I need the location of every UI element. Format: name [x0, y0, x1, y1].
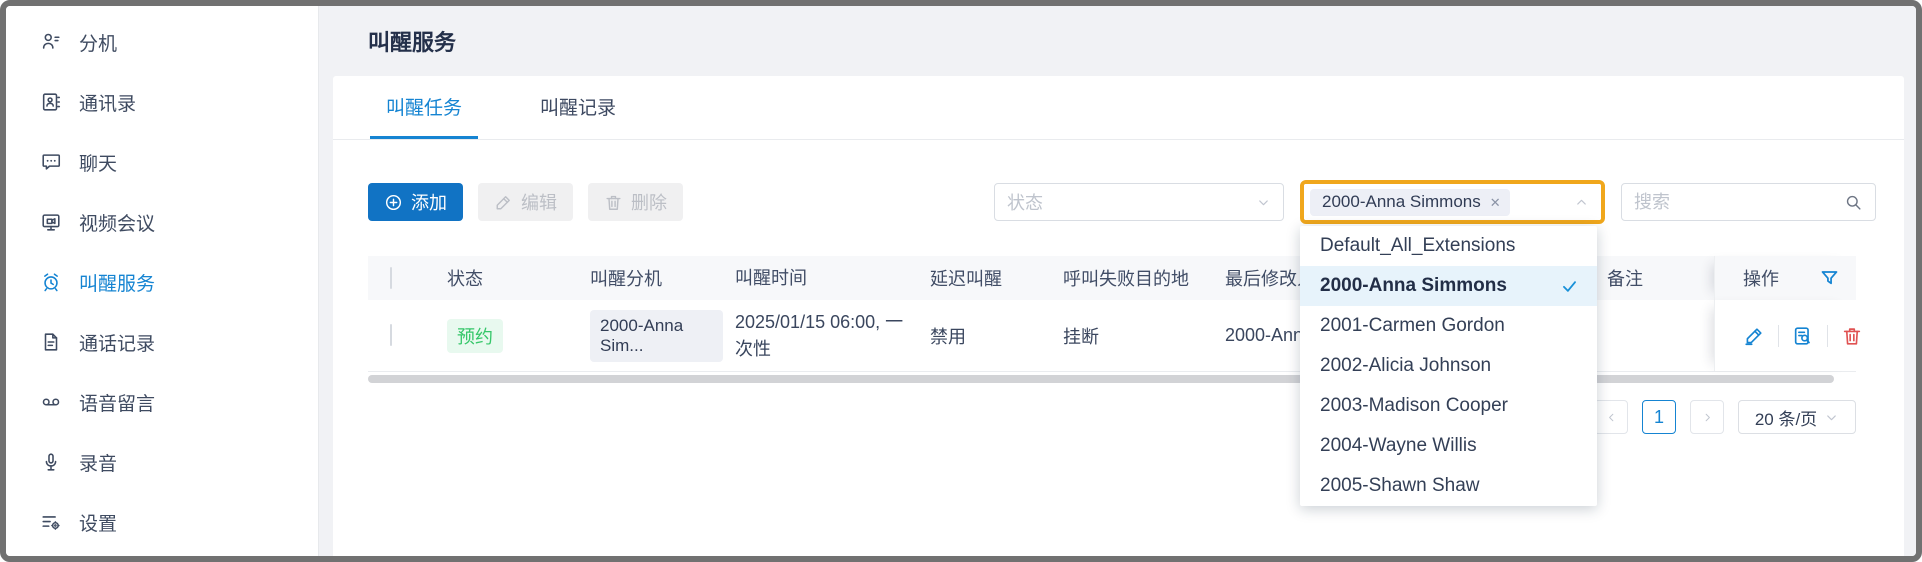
- toolbar: 添加 编辑 删除 状态 2000-Anna Sim: [333, 180, 1904, 224]
- chevron-left-icon: [1605, 411, 1618, 424]
- chevron-down-icon: [1256, 195, 1271, 210]
- status-placeholder: 状态: [1007, 189, 1043, 215]
- sidebar-item-label: 语音留言: [79, 389, 155, 416]
- remove-tag-icon[interactable]: ✕: [1490, 196, 1501, 209]
- search-input[interactable]: [1634, 192, 1824, 213]
- sidebar-item-extensions[interactable]: 分机: [6, 12, 318, 72]
- sidebar-item-wakeup-service[interactable]: 叫醒服务: [6, 252, 318, 312]
- sidebar-item-recording[interactable]: 录音: [6, 432, 318, 492]
- sidebar-item-voicemail[interactable]: 语音留言: [6, 372, 318, 432]
- add-button[interactable]: 添加: [368, 183, 463, 221]
- delete-row-icon[interactable]: [1841, 325, 1863, 347]
- dropdown-option[interactable]: 2004-Wayne Willis: [1300, 426, 1597, 466]
- status-badge: 预约: [447, 319, 503, 353]
- row-checkbox[interactable]: [390, 324, 392, 346]
- select-all-checkbox[interactable]: [390, 267, 392, 289]
- sidebar-item-label: 设置: [79, 509, 117, 536]
- header-time: 叫醒时间: [723, 265, 918, 292]
- chevron-up-icon: [1574, 195, 1589, 210]
- voicemail-icon: [40, 391, 62, 413]
- sidebar-item-video-conference[interactable]: 视频会议: [6, 192, 318, 252]
- tab-wakeup-records[interactable]: 叫醒记录: [524, 76, 632, 139]
- call-log-icon: [40, 331, 62, 353]
- divider: [1778, 325, 1779, 347]
- sidebar-item-settings[interactable]: 设置: [6, 492, 318, 552]
- delete-button[interactable]: 删除: [588, 183, 683, 221]
- edit-row-icon[interactable]: [1743, 325, 1765, 347]
- cell-time: 2025/01/15 06:00, 一次性: [723, 309, 918, 363]
- sidebar-item-label: 录音: [79, 449, 117, 476]
- next-page-button[interactable]: [1690, 400, 1724, 434]
- sidebar-item-label: 聊天: [79, 149, 117, 176]
- page-title: 叫醒服务: [368, 25, 456, 57]
- dropdown-option[interactable]: 2003-Madison Cooper: [1300, 386, 1597, 426]
- dropdown-option[interactable]: 2001-Carmen Gordon: [1300, 306, 1597, 346]
- dropdown-option[interactable]: 2005-Shawn Shaw: [1300, 466, 1597, 506]
- extension-user-icon: [40, 31, 62, 53]
- cell-delay: 禁用: [918, 323, 1051, 349]
- sidebar-item-chat[interactable]: 聊天: [6, 132, 318, 192]
- alarm-clock-icon: [40, 271, 62, 293]
- view-details-icon[interactable]: [1792, 325, 1814, 347]
- contacts-icon: [40, 91, 62, 113]
- page-header: 叫醒服务: [319, 6, 1916, 76]
- chevron-down-icon: [1824, 410, 1839, 425]
- plus-circle-icon: [384, 193, 403, 212]
- checkmark-icon: [1560, 277, 1579, 296]
- header-status: 状态: [435, 265, 578, 291]
- sidebar-item-label: 分机: [79, 29, 117, 56]
- divider: [1827, 325, 1828, 347]
- search-icon: [1844, 193, 1863, 212]
- header-actions: 操作: [1714, 256, 1856, 300]
- header-extension: 叫醒分机: [578, 265, 723, 291]
- content-card: 叫醒任务 叫醒记录 添加 编辑 删除 状态: [333, 76, 1904, 556]
- video-conference-icon: [40, 211, 62, 233]
- sidebar-item-label: 视频会议: [79, 209, 155, 236]
- selected-extension-tag: 2000-Anna Simmons ✕: [1310, 189, 1510, 216]
- table-header-row: 状态 叫醒分机 叫醒时间 延迟叫醒 呼叫失败目的地 最后修改人 备注 操作: [368, 256, 1856, 300]
- tab-bar: 叫醒任务 叫醒记录: [333, 76, 1904, 140]
- header-fail-destination: 呼叫失败目的地: [1051, 265, 1213, 291]
- column-filter-icon[interactable]: [1819, 268, 1840, 289]
- pagination: 1 20 条/页: [368, 400, 1856, 434]
- search-field[interactable]: [1621, 183, 1876, 221]
- table-row: 预约 2000-Anna Sim... 2025/01/15 06:00, 一次…: [368, 300, 1856, 372]
- header-remark: 备注: [1595, 265, 1714, 291]
- cell-actions: [1714, 300, 1856, 371]
- header-delay: 延迟叫醒: [918, 265, 1051, 291]
- status-filter-select[interactable]: 状态: [994, 183, 1284, 221]
- trash-icon: [604, 193, 623, 212]
- sidebar-item-label: 叫醒服务: [79, 269, 155, 296]
- microphone-icon: [40, 451, 62, 473]
- pencil-icon: [494, 193, 513, 212]
- dropdown-option[interactable]: 2002-Alicia Johnson: [1300, 346, 1597, 386]
- sidebar: 分机 通讯录 聊天 视频会议 叫醒服务 通话记录 语音留言 录音: [6, 6, 319, 556]
- sidebar-item-call-logs[interactable]: 通话记录: [6, 312, 318, 372]
- chat-icon: [40, 151, 62, 173]
- edit-button[interactable]: 编辑: [478, 183, 573, 221]
- wakeup-tasks-table: 状态 叫醒分机 叫醒时间 延迟叫醒 呼叫失败目的地 最后修改人 备注 操作 预约…: [368, 256, 1856, 372]
- prev-page-button[interactable]: [1594, 400, 1628, 434]
- settings-icon: [40, 511, 62, 533]
- horizontal-scrollbar: [368, 375, 1856, 383]
- page-size-select[interactable]: 20 条/页: [1738, 400, 1856, 434]
- dropdown-option[interactable]: Default_All_Extensions: [1300, 226, 1597, 266]
- dropdown-option-selected[interactable]: 2000-Anna Simmons: [1300, 266, 1597, 306]
- extension-filter-select[interactable]: 2000-Anna Simmons ✕: [1304, 184, 1601, 220]
- cell-fail-destination: 挂断: [1051, 323, 1213, 349]
- extension-dropdown: Default_All_Extensions 2000-Anna Simmons…: [1300, 226, 1597, 506]
- sidebar-item-label: 通话记录: [79, 329, 155, 356]
- chevron-right-icon: [1701, 411, 1714, 424]
- sidebar-item-contacts[interactable]: 通讯录: [6, 72, 318, 132]
- page-number-current[interactable]: 1: [1642, 400, 1676, 434]
- app-window: 分机 通讯录 聊天 视频会议 叫醒服务 通话记录 语音留言 录音: [0, 0, 1922, 562]
- extension-filter-highlighted: 2000-Anna Simmons ✕ Default_All_Extensio…: [1300, 180, 1605, 224]
- sidebar-item-label: 通讯录: [79, 89, 136, 116]
- scrollbar-thumb[interactable]: [368, 375, 1834, 383]
- extension-tag: 2000-Anna Sim...: [590, 310, 723, 362]
- main-area: 叫醒服务 叫醒任务 叫醒记录 添加 编辑 删除: [319, 6, 1916, 556]
- tab-wakeup-tasks[interactable]: 叫醒任务: [370, 76, 478, 139]
